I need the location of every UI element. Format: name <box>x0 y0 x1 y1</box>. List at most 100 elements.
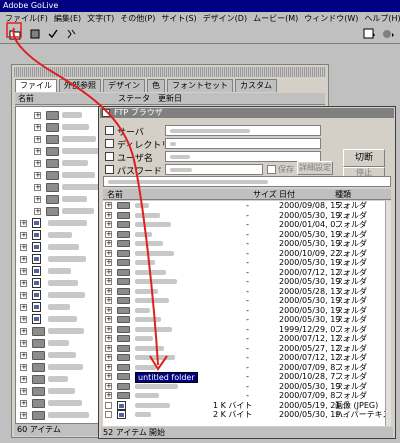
inspector-icon[interactable] <box>381 27 395 41</box>
table-row[interactable]: + -2000/09/08, 15... フォルダ <box>103 201 385 211</box>
table-row[interactable]: + -2000/05/30, 19... フォルダ <box>103 382 385 392</box>
list-item[interactable]: + <box>16 253 110 265</box>
expand-icon[interactable]: + <box>20 376 27 383</box>
table-row[interactable]: 2 K バイト2000/05/30, 19...ハイパーテキスト <box>103 410 385 420</box>
expand-icon[interactable] <box>105 401 112 409</box>
password-field[interactable] <box>165 164 263 175</box>
expand-icon[interactable]: + <box>20 304 27 311</box>
list-item[interactable]: + <box>16 265 110 277</box>
expand-icon[interactable]: + <box>34 124 41 131</box>
list-item[interactable]: + <box>16 277 110 289</box>
tab-design[interactable]: デザイン <box>103 79 145 92</box>
table-row[interactable]: + -2000/07/12, 12... フォルダ <box>103 353 385 363</box>
menu-movie[interactable]: ムービー(M) <box>250 13 301 24</box>
expand-icon[interactable]: + <box>105 240 112 247</box>
menu-text[interactable]: 文字(T) <box>84 13 117 24</box>
table-row[interactable]: + -2000/05/30, 19... フォルダ <box>103 239 385 249</box>
list-item[interactable]: + <box>16 349 110 361</box>
list-item[interactable]: + <box>16 169 110 181</box>
expand-icon[interactable]: + <box>105 382 112 390</box>
tab-external[interactable]: 外部参照 <box>59 79 101 92</box>
expand-icon[interactable]: + <box>34 136 41 143</box>
table-row[interactable]: + -2000/05/30, 19... フォルダ <box>103 230 385 240</box>
expand-icon[interactable]: + <box>105 316 112 323</box>
list-item[interactable]: + <box>16 361 110 373</box>
expand-icon[interactable]: + <box>20 232 27 239</box>
table-row[interactable]: + -2000/05/30, 19... フォルダ <box>103 315 385 325</box>
expand-icon[interactable]: + <box>105 202 112 209</box>
menu-window[interactable]: ウィンドウ(W) <box>301 13 361 24</box>
column-name[interactable]: 名前 <box>107 189 123 200</box>
list-item[interactable]: + <box>16 373 110 385</box>
menu-file[interactable]: ファイル(F) <box>2 13 51 24</box>
tab-colors[interactable]: 色 <box>147 79 165 92</box>
new-folder-icon[interactable] <box>8 27 22 41</box>
palette-icon[interactable] <box>362 27 376 41</box>
expand-icon[interactable]: + <box>20 244 27 251</box>
menu-site[interactable]: サイト(S) <box>158 13 199 24</box>
directory-field[interactable] <box>165 138 321 149</box>
list-item[interactable]: + <box>16 157 110 169</box>
column-kind[interactable]: 種類 <box>335 189 351 200</box>
column-modified[interactable]: 更新日 <box>155 93 195 104</box>
expand-icon[interactable]: + <box>20 220 27 227</box>
expand-icon[interactable]: + <box>105 278 112 285</box>
expand-icon[interactable]: + <box>20 340 27 347</box>
advanced-button[interactable]: 詳細設定 <box>297 161 333 175</box>
table-row[interactable]: + - 2000/07/09, 8... フォルダ <box>103 391 385 401</box>
expand-icon[interactable]: + <box>20 352 27 359</box>
expand-icon[interactable]: + <box>34 184 41 191</box>
ftp-scrollbar[interactable] <box>385 201 391 426</box>
expand-icon[interactable]: + <box>105 363 112 371</box>
table-row[interactable]: + - 2000/01/04, 0... フォルダ <box>103 220 385 230</box>
expand-icon[interactable]: + <box>105 221 112 228</box>
tab-files[interactable]: ファイル <box>15 79 57 92</box>
open-icon[interactable] <box>28 27 42 41</box>
expand-icon[interactable]: + <box>20 292 27 299</box>
server-field[interactable] <box>165 125 321 136</box>
expand-icon[interactable]: + <box>20 268 27 275</box>
table-row[interactable]: + -2000/05/30, 19... フォルダ <box>103 306 385 316</box>
table-row[interactable]: 1 K バイト 2000/05/19, 21... 画像 (JPEG) <box>103 400 385 411</box>
list-item[interactable]: + <box>16 205 110 217</box>
site-window-title-bar[interactable] <box>14 67 326 77</box>
expand-icon[interactable]: + <box>105 335 112 342</box>
disconnect-button[interactable]: 切断 <box>343 149 385 167</box>
menu-design[interactable]: デザイン(D) <box>200 13 250 24</box>
list-item[interactable]: + <box>16 301 110 313</box>
list-item[interactable]: + <box>16 217 110 229</box>
column-status[interactable]: ステータス <box>115 93 155 114</box>
tab-fontsets[interactable]: フォントセット <box>167 79 233 92</box>
tab-custom[interactable]: カスタム <box>235 79 277 92</box>
expand-icon[interactable]: + <box>105 392 112 399</box>
save-password-checkbox[interactable] <box>267 165 276 174</box>
menu-other[interactable]: その他(P) <box>117 13 158 24</box>
column-name[interactable]: 名前 <box>15 93 115 104</box>
expand-icon[interactable]: + <box>105 344 112 352</box>
table-row[interactable]: + -2000/05/28, 13... フォルダ <box>103 287 385 297</box>
expand-icon[interactable]: + <box>105 354 112 361</box>
expand-icon[interactable]: + <box>34 172 41 179</box>
expand-icon[interactable]: + <box>105 268 112 276</box>
menu-help[interactable]: ヘルプ(H) <box>361 13 400 24</box>
table-row[interactable]: + -2000/07/12, 12... フォルダ <box>103 268 385 278</box>
expand-icon[interactable]: + <box>105 230 112 238</box>
list-item[interactable]: + <box>16 193 110 205</box>
ftp-file-list[interactable]: + -2000/09/08, 15... フォルダ + -2000/05/30, 19.… <box>103 201 385 426</box>
list-item[interactable]: + <box>16 409 110 421</box>
table-row[interactable]: + -2000/05/27, 12... フォルダ <box>103 344 385 354</box>
expand-icon[interactable]: + <box>34 112 41 119</box>
expand-icon[interactable]: + <box>34 160 41 167</box>
link-icon[interactable] <box>64 27 78 41</box>
list-item[interactable]: + <box>16 229 110 241</box>
table-row[interactable]: + -2000/07/12, 12... フォルダ <box>103 334 385 344</box>
table-row[interactable]: + -2000/05/30, 19... フォルダ <box>103 277 385 287</box>
expand-icon[interactable]: + <box>20 412 27 419</box>
ftp-title-bar[interactable]: FTP ブラウザ <box>100 108 394 118</box>
expand-icon[interactable]: + <box>34 196 41 203</box>
list-item[interactable]: + <box>16 289 110 301</box>
expand-icon[interactable]: + <box>20 256 27 263</box>
list-item[interactable]: + <box>16 385 110 397</box>
expand-icon[interactable]: + <box>105 297 112 304</box>
table-row[interactable]: + -2000/05/30, 19... フォルダ <box>103 258 385 268</box>
